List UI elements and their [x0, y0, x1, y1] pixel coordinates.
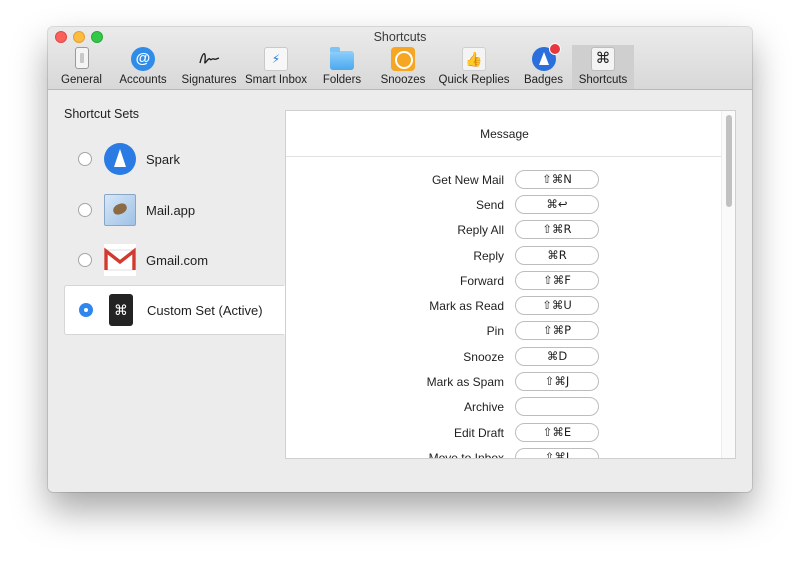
shortcuts-panel: Message Get New Mail ⇧⌘N Send ⌘↩ Reply A…	[285, 110, 736, 459]
folder-icon	[330, 47, 354, 70]
scrollbar-thumb[interactable]	[726, 115, 732, 207]
preferences-tabs: General @ Accounts Signatures ⚡ Smart In…	[54, 43, 634, 89]
shortcut-label: Mark as Read	[429, 299, 504, 313]
shortcut-row: Archive	[286, 397, 723, 417]
spark-radio[interactable]	[78, 152, 92, 166]
shortcut-row: Forward ⇧⌘F	[286, 271, 723, 291]
tab-badges[interactable]: Badges	[515, 43, 572, 89]
shortcut-label: Snooze	[463, 350, 504, 364]
shortcut-row: Reply ⌘R	[286, 246, 723, 266]
smart-inbox-icon: ⚡	[264, 47, 288, 71]
shortcut-key-field[interactable]: ⇧⌘U	[515, 296, 599, 315]
set-label: Spark	[146, 151, 180, 167]
panel-header: Message	[286, 111, 723, 157]
tab-label: Quick Replies	[438, 74, 510, 86]
shortcut-key-field[interactable]: ⇧⌘R	[515, 220, 599, 239]
shortcut-row: Snooze ⌘D	[286, 347, 723, 367]
mail-app-radio[interactable]	[78, 203, 92, 217]
shortcut-key-field[interactable]: ⇧⌘I	[515, 448, 599, 458]
shortcut-row: Pin ⇧⌘P	[286, 321, 723, 341]
tab-folders[interactable]: Folders	[311, 45, 373, 89]
snooze-icon	[391, 47, 415, 71]
tab-shortcuts[interactable]: ⌘ Shortcuts	[572, 45, 634, 89]
tab-accounts[interactable]: @ Accounts	[109, 45, 177, 89]
vertical-scrollbar[interactable]	[721, 111, 735, 458]
tab-label: General	[61, 74, 102, 86]
set-label: Custom Set (Active)	[147, 302, 263, 318]
tab-label: Smart Inbox	[245, 74, 307, 86]
tab-label: Snoozes	[380, 74, 426, 86]
preferences-window: Shortcuts General @ Accounts Signatures …	[48, 27, 752, 492]
shortcut-row: Reply All ⇧⌘R	[286, 220, 723, 240]
shortcut-row: Get New Mail ⇧⌘N	[286, 170, 723, 190]
toolbar: Shortcuts General @ Accounts Signatures …	[48, 27, 752, 90]
spark-icon	[104, 143, 136, 175]
custom-set-icon: ⌘	[109, 294, 133, 326]
tab-label: Folders	[322, 74, 362, 86]
set-label: Mail.app	[146, 202, 196, 218]
tab-label: Shortcuts	[578, 74, 628, 86]
custom-set-radio[interactable]	[79, 303, 93, 317]
tab-general[interactable]: General	[54, 45, 109, 89]
set-label: Gmail.com	[146, 252, 209, 268]
shortcut-label: Mark as Spam	[426, 375, 504, 389]
shortcut-set-custom[interactable]: ⌘ Custom Set (Active)	[64, 285, 308, 335]
shortcut-key-field[interactable]: ⌘R	[515, 246, 599, 265]
shortcut-row: Move to Inbox ⇧⌘I	[286, 448, 723, 459]
tab-label: Signatures	[181, 74, 237, 86]
badges-icon	[531, 43, 561, 71]
shortcut-set-gmail[interactable]: Gmail.com	[64, 235, 284, 285]
shortcut-key-field[interactable]: ⇧⌘P	[515, 321, 599, 340]
shortcut-row: Mark as Read ⇧⌘U	[286, 296, 723, 316]
shortcut-row: Edit Draft ⇧⌘E	[286, 423, 723, 443]
gmail-icon	[104, 244, 136, 276]
quick-replies-icon: 👍	[462, 47, 486, 71]
shortcut-label: Move to Inbox	[428, 451, 504, 459]
general-icon	[74, 47, 89, 69]
accounts-icon: @	[131, 47, 155, 71]
shortcut-label: Pin	[486, 324, 504, 338]
shortcuts-icon: ⌘	[591, 47, 615, 71]
shortcut-key-field[interactable]: ⇧⌘N	[515, 170, 599, 189]
shortcut-label: Reply	[473, 249, 504, 263]
shortcut-key-field[interactable]: ⇧⌘E	[515, 423, 599, 442]
tab-label: Accounts	[119, 74, 167, 86]
signature-icon	[197, 47, 221, 71]
window-title: Shortcuts	[373, 30, 427, 44]
shortcut-key-field[interactable]: ⌘↩	[515, 195, 599, 214]
shortcut-label: Reply All	[457, 223, 504, 237]
shortcut-key-field[interactable]	[515, 397, 599, 416]
tab-signatures[interactable]: Signatures	[177, 45, 241, 89]
mail-app-icon	[104, 194, 136, 226]
shortcut-label: Send	[475, 198, 504, 212]
gmail-radio[interactable]	[78, 253, 92, 267]
tab-label: Badges	[523, 74, 563, 86]
tab-smart-inbox[interactable]: ⚡ Smart Inbox	[241, 45, 311, 89]
tab-quick-replies[interactable]: 👍 Quick Replies	[433, 45, 515, 89]
shortcut-label: Edit Draft	[453, 426, 504, 440]
shortcut-row: Mark as Spam ⇧⌘J	[286, 372, 723, 392]
shortcut-set-mail-app[interactable]: Mail.app	[64, 185, 284, 235]
shortcut-label: Get New Mail	[431, 173, 504, 187]
shortcut-label: Archive	[463, 400, 504, 414]
shortcut-key-field[interactable]: ⇧⌘F	[515, 271, 599, 290]
shortcut-label: Forward	[459, 274, 504, 288]
shortcut-sets-heading: Shortcut Sets	[64, 107, 140, 121]
shortcut-key-field[interactable]: ⇧⌘J	[515, 372, 599, 391]
tab-snoozes[interactable]: Snoozes	[373, 45, 433, 89]
shortcut-set-spark[interactable]: Spark	[64, 134, 284, 184]
shortcut-key-field[interactable]: ⌘D	[515, 347, 599, 366]
shortcut-row: Send ⌘↩	[286, 195, 723, 215]
